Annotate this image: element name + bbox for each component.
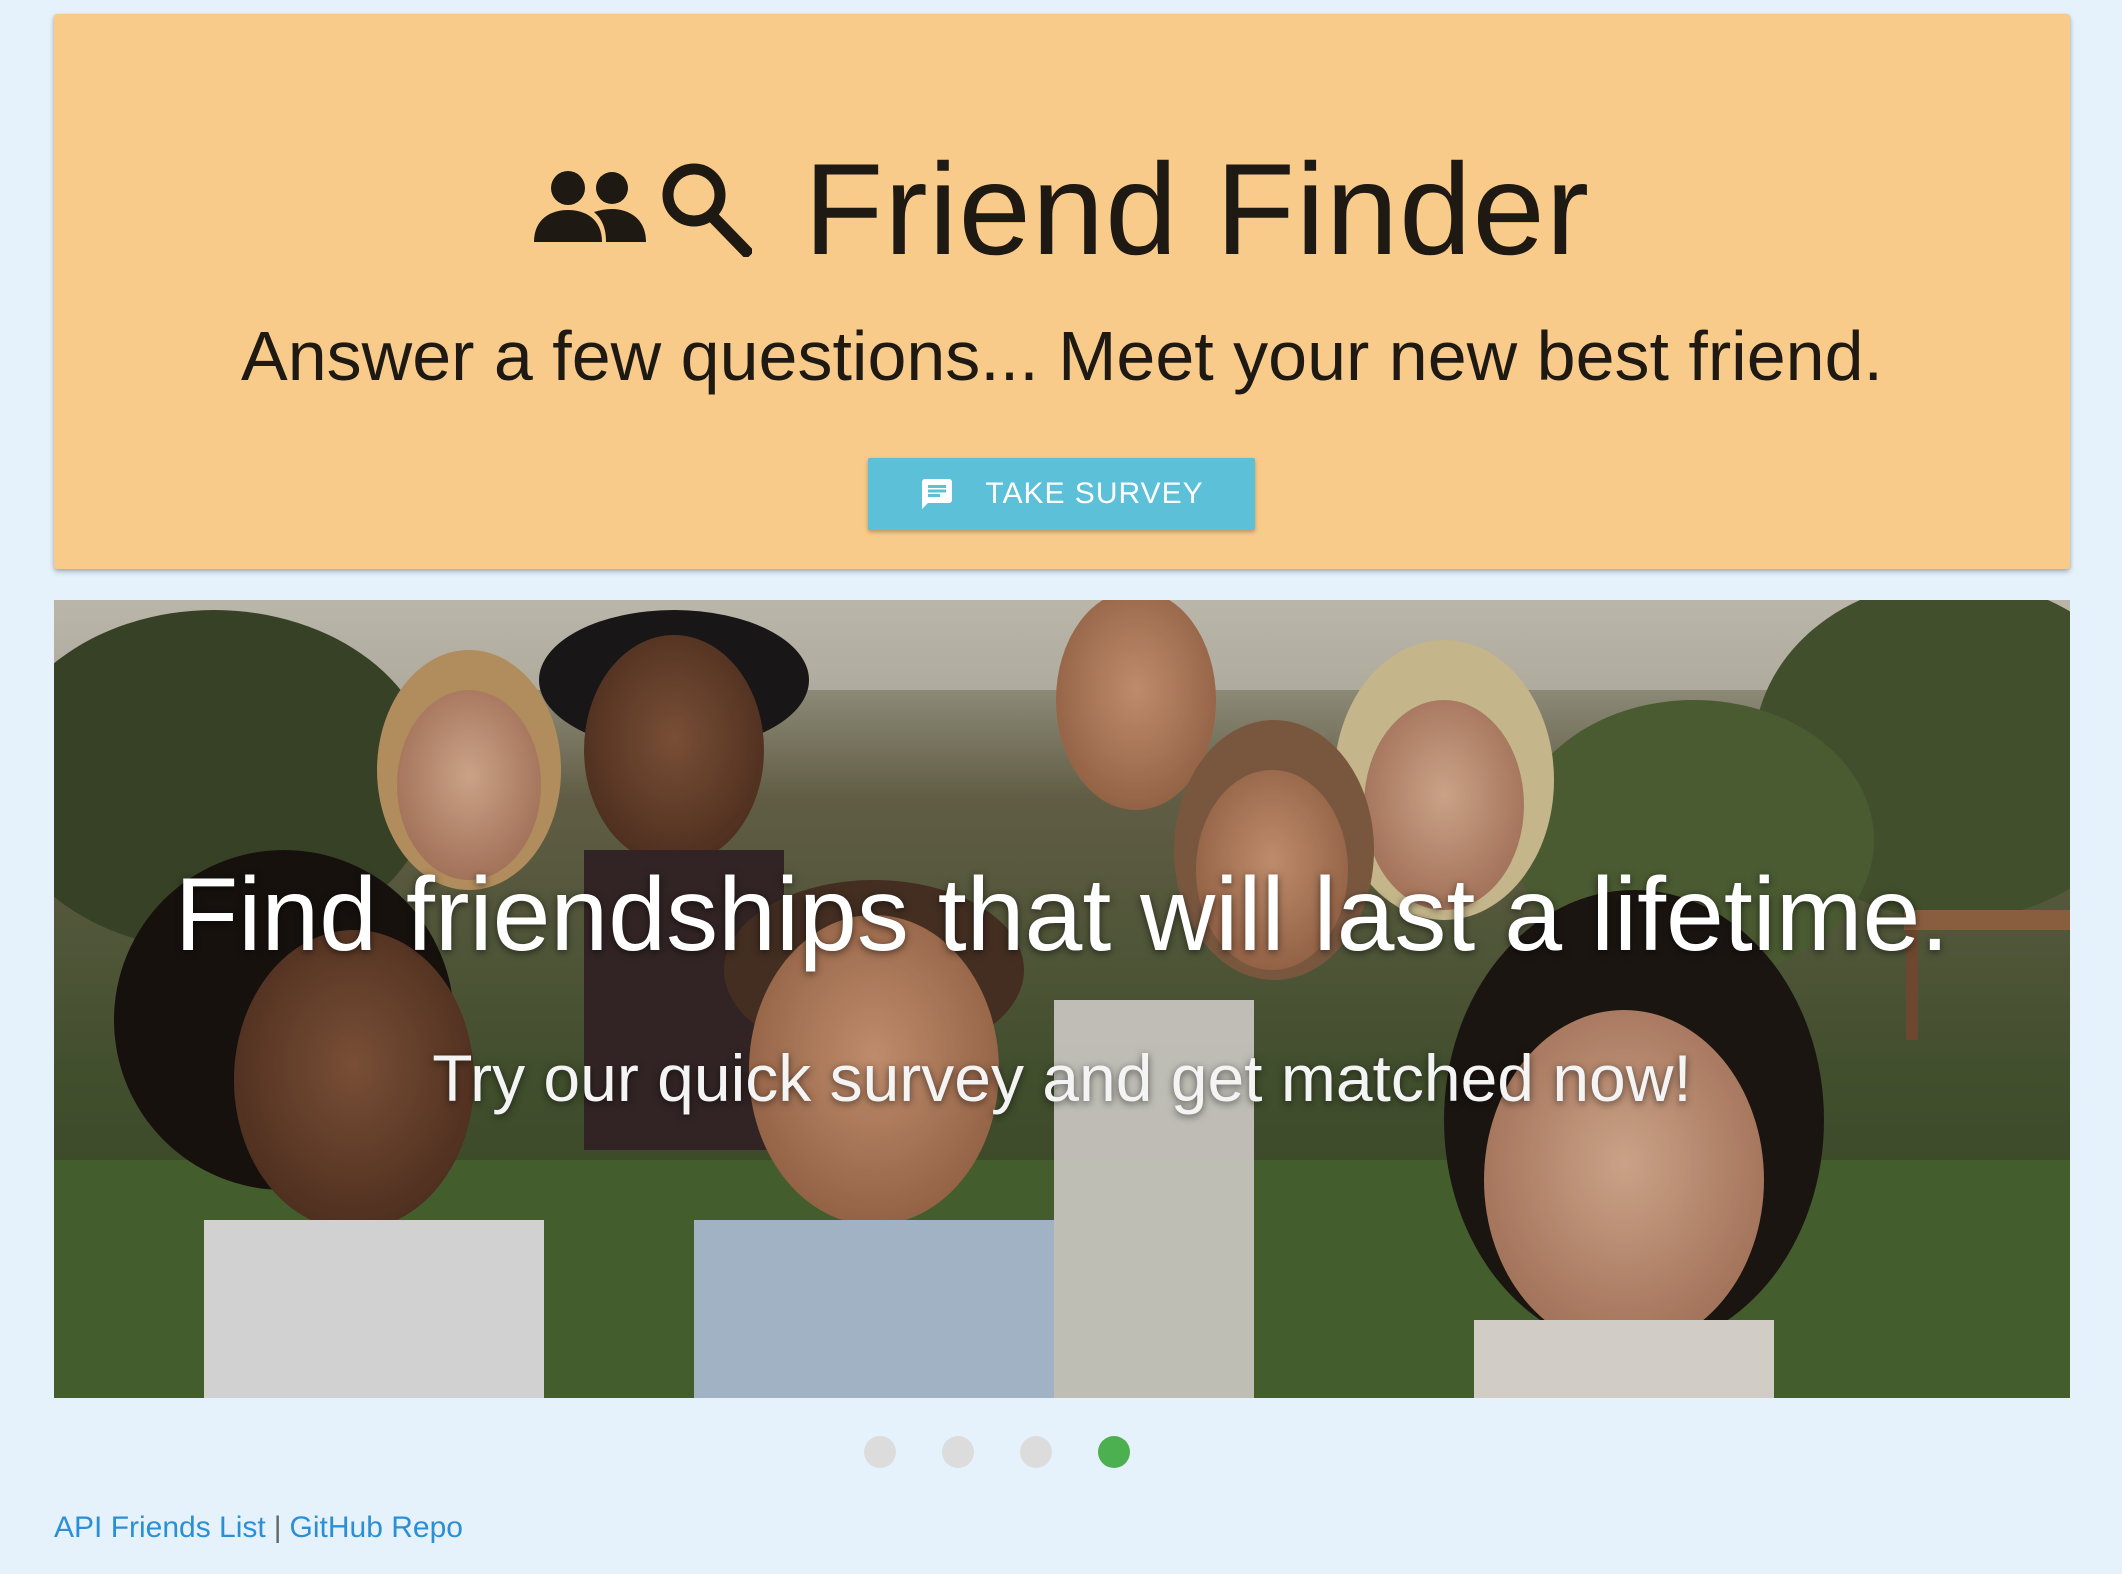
footer: API Friends List | GitHub Repo	[54, 1511, 463, 1545]
carousel[interactable]: Find friendships that will last a lifeti…	[54, 600, 2070, 1398]
carousel-title: Find friendships that will last a lifeti…	[174, 857, 1950, 974]
footer-separator: |	[273, 1511, 282, 1544]
carousel-dot-1[interactable]	[863, 1436, 896, 1468]
carousel-dot-4[interactable]	[1097, 1436, 1130, 1468]
take-survey-button[interactable]: TAKE SURVEY	[868, 458, 1255, 530]
app-title: Friend Finder	[803, 136, 1591, 282]
carousel-indicators	[0, 1436, 2122, 1468]
hero-card: Friend Finder Answer a few questions... …	[54, 14, 2070, 569]
title-icons	[533, 161, 752, 257]
title-row: Friend Finder	[54, 134, 2070, 284]
take-survey-label: TAKE SURVEY	[985, 477, 1204, 510]
carousel-subtitle: Try our quick survey and get matched now…	[432, 1041, 1692, 1115]
people-icon	[533, 168, 646, 250]
carousel-dot-2[interactable]	[941, 1436, 974, 1468]
carousel-dot-3[interactable]	[1019, 1436, 1052, 1468]
search-icon	[660, 161, 752, 257]
chat-bubble-icon	[919, 476, 955, 512]
carousel-photo	[54, 600, 2070, 1398]
tagline: Answer a few questions... Meet your new …	[241, 317, 1883, 395]
github-repo-link[interactable]: GitHub Repo	[290, 1511, 463, 1544]
api-friends-list-link[interactable]: API Friends List	[54, 1511, 266, 1544]
